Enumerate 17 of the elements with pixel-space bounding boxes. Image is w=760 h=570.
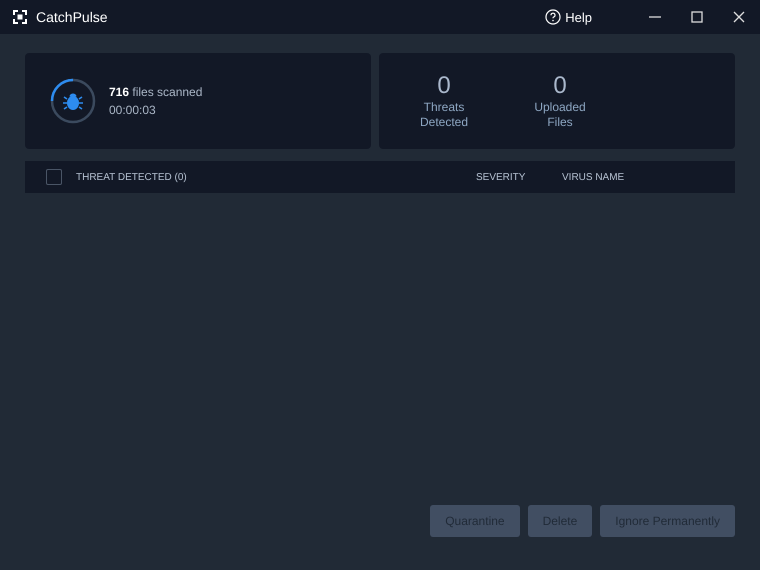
- column-header: SEVERITY: [476, 172, 526, 182]
- stat-label: Threats Detected: [418, 100, 470, 130]
- maximize-icon[interactable]: [690, 10, 704, 24]
- select-all-checkbox[interactable]: [46, 169, 62, 185]
- scan-progress-ring: [49, 77, 97, 125]
- column-header: VIRUS NAME: [562, 172, 624, 182]
- column-header: THREAT DETECTED (0): [76, 172, 188, 182]
- help-button[interactable]: Help: [545, 9, 592, 25]
- window-title: CatchPulse: [36, 9, 108, 25]
- logo-icon: [13, 10, 27, 24]
- stat-label: Uploaded Files: [533, 100, 587, 130]
- help-icon: [545, 9, 562, 25]
- stat-value: 0: [437, 72, 451, 100]
- elapsed-time: 00:00:03: [109, 103, 157, 117]
- close-icon[interactable]: [732, 10, 746, 24]
- stat-value: 0: [553, 72, 567, 100]
- files-scanned-text: 716 files scanned: [109, 85, 202, 99]
